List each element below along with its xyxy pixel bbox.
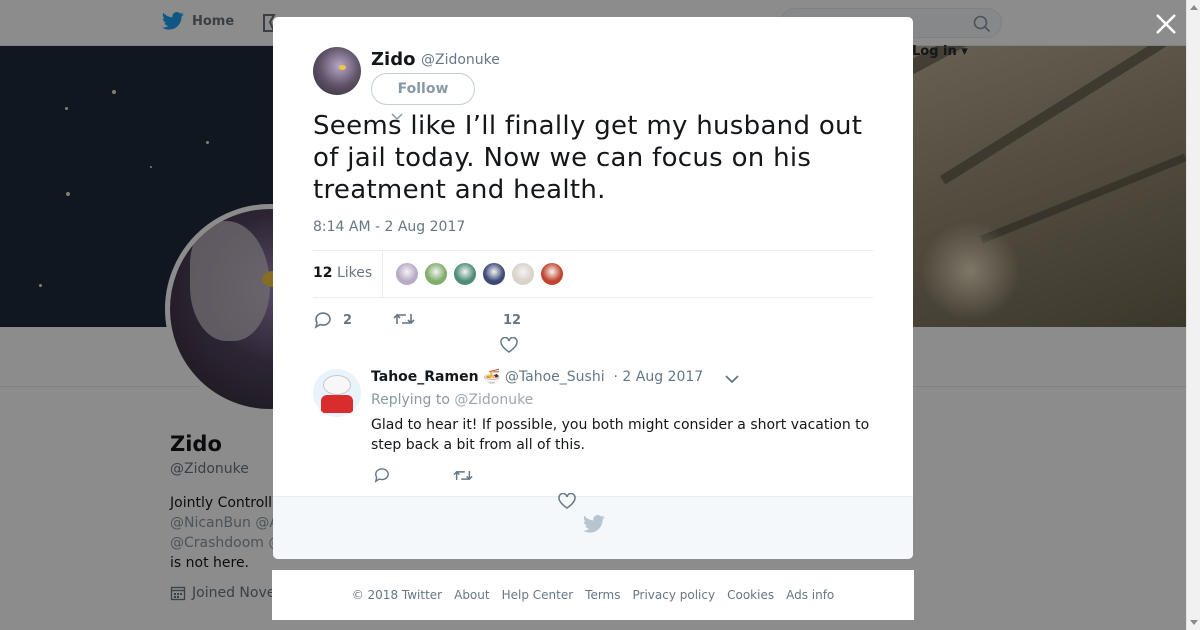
heart-icon[interactable] — [558, 493, 576, 509]
tweet-timestamp[interactable]: 8:14 AM - 2 Aug 2017 — [313, 219, 465, 235]
footer-link-ads-info[interactable]: Ads info — [786, 588, 834, 602]
liker-avatar[interactable] — [482, 262, 506, 286]
reply-author-name[interactable]: Tahoe_Ramen — [371, 369, 479, 385]
footer-link-about[interactable]: About — [454, 588, 489, 602]
liker-avatar[interactable] — [511, 262, 535, 286]
reply-avatar[interactable] — [313, 369, 361, 417]
retweet-icon[interactable] — [453, 468, 473, 483]
login-dropdown[interactable]: Log in ▾ — [912, 44, 968, 59]
retweet-button[interactable] — [393, 311, 425, 327]
likes-label: Likes — [336, 265, 373, 281]
replying-to-handle[interactable]: @Zidonuke — [454, 392, 533, 408]
reply-actions — [371, 467, 871, 497]
twitter-bird-icon — [583, 515, 605, 533]
tweet-actions: 2 12 — [313, 311, 873, 353]
footer-copyright: © 2018 Twitter — [351, 588, 443, 602]
tweet-stats: 12 Likes — [313, 250, 873, 298]
author-name[interactable]: Zido — [371, 49, 415, 70]
reply-date[interactable]: · 2 Aug 2017 — [614, 369, 704, 385]
author-handle[interactable]: @Zidonuke — [421, 52, 500, 68]
chevron-down-icon[interactable] — [725, 374, 739, 384]
login-label: Log in — [912, 44, 957, 59]
reply-header: Tahoe_Ramen 🍜 @Tahoe_Sushi · 2 Aug 2017 — [371, 369, 703, 385]
reply-count: 2 — [343, 312, 353, 328]
reply-text: Glad to hear it! If possible, you both m… — [371, 417, 870, 453]
replying-prefix: Replying to — [371, 392, 450, 408]
liker-avatar[interactable] — [453, 262, 477, 286]
reply-button[interactable]: 2 — [313, 311, 352, 329]
heart-icon[interactable] — [500, 337, 518, 353]
modal-footer — [273, 496, 913, 559]
footer-link-help-center[interactable]: Help Center — [502, 588, 574, 602]
like-button[interactable]: 12 — [503, 313, 521, 328]
page-scrollbar[interactable] — [1186, 0, 1200, 630]
likes-count: 12 — [313, 265, 333, 281]
reply-tweet[interactable]: Tahoe_Ramen 🍜 @Tahoe_Sushi · 2 Aug 2017 … — [313, 367, 873, 497]
site-footer: © 2018 Twitter About Help Center Terms P… — [272, 570, 914, 620]
tweet-modal: Zido @Zidonuke Follow Seems like I’ll fi… — [273, 17, 913, 559]
liker-avatar[interactable] — [395, 262, 419, 286]
likes-stat[interactable]: 12 Likes — [313, 265, 372, 281]
tweet-text: Seems like I’ll finally get my husband o… — [313, 111, 863, 205]
footer-link-terms[interactable]: Terms — [585, 588, 620, 602]
close-icon[interactable] — [1153, 11, 1179, 37]
follow-button[interactable]: Follow — [371, 73, 475, 105]
retweet-icon — [393, 313, 415, 325]
like-count: 12 — [503, 313, 522, 328]
replying-to: Replying to @Zidonuke — [371, 392, 533, 408]
liker-avatar[interactable] — [424, 262, 448, 286]
reply-icon — [314, 312, 331, 329]
reply-icon[interactable] — [373, 467, 391, 483]
footer-link-privacy[interactable]: Privacy policy — [633, 588, 716, 602]
reply-author-emoji: 🍜 — [483, 369, 501, 385]
reply-author-handle[interactable]: @Tahoe_Sushi — [505, 369, 605, 385]
author-avatar[interactable] — [313, 47, 361, 95]
liker-avatar[interactable] — [540, 262, 564, 286]
footer-link-cookies[interactable]: Cookies — [727, 588, 774, 602]
